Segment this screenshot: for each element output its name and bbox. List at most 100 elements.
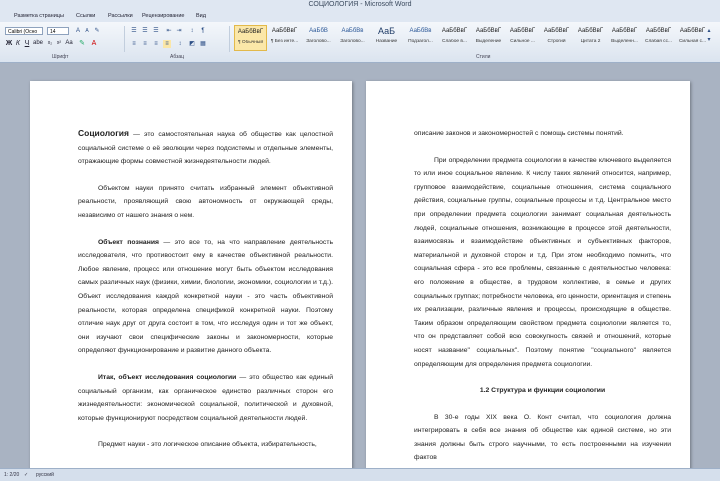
- subscript-button[interactable]: x₂: [46, 39, 54, 48]
- font-name-dropdown[interactable]: Calibri (Осно: [5, 27, 43, 35]
- style-sample: АаБбВвГ: [237, 29, 264, 35]
- style-sample: АаБбВвГ: [611, 28, 638, 34]
- term-object: Объект познания: [98, 238, 159, 246]
- superscript-button[interactable]: x²: [55, 39, 63, 48]
- style-sample: АаБбВвГ: [577, 28, 604, 34]
- page-1-body: Социология — это самостоятельная наука о…: [30, 81, 352, 452]
- style-name: Заголово...: [340, 39, 365, 44]
- paragraph-text: описание законов и закономерностей с пом…: [414, 130, 624, 137]
- window-title: СОЦИОЛОГИЯ - Microsoft Word: [308, 1, 412, 8]
- tab-review[interactable]: Рецензирование: [142, 13, 184, 19]
- style-name: ¶ Обычный: [237, 40, 264, 45]
- paragraph-text: Предмет науки - это логическое описание …: [98, 441, 317, 449]
- bold-button[interactable]: Ж: [5, 39, 13, 48]
- style-name: Заголово...: [306, 39, 331, 44]
- tab-mailings[interactable]: Рассылки: [108, 13, 133, 19]
- separator: [229, 26, 230, 52]
- style-name: Строгий: [547, 39, 566, 44]
- style-name: Слабая сс...: [645, 39, 672, 44]
- document-area[interactable]: Социология — это самостоятельная наука о…: [0, 63, 720, 468]
- style-tile[interactable]: АаБбВвГ Слабое в...: [438, 25, 471, 51]
- underline-button[interactable]: Ч: [23, 39, 31, 48]
- highlight-color-icon[interactable]: ✎: [78, 39, 86, 48]
- style-tile[interactable]: АаБбВ Заголово...: [302, 25, 335, 51]
- font-size-dropdown[interactable]: 14: [47, 27, 69, 35]
- style-tile[interactable]: АаБбВвГ Слабая сс...: [642, 25, 675, 51]
- language-indicator[interactable]: русский: [36, 472, 54, 478]
- paragraph-text: В 30-е годы XIX века О. Конт считал, что…: [414, 413, 671, 462]
- styles-group-label: Стили: [476, 54, 491, 60]
- style-name: Выделение: [475, 39, 502, 44]
- style-sample: АаБ: [377, 26, 395, 36]
- change-case-icon[interactable]: Aa: [65, 39, 73, 48]
- align-left-icon[interactable]: ≡: [130, 40, 138, 48]
- style-name: Слабое в...: [442, 39, 467, 44]
- gallery-up-icon[interactable]: ▴: [705, 27, 713, 35]
- style-tile[interactable]: АаБбВвГ Сильное ...: [506, 25, 539, 51]
- borders-icon[interactable]: ▦: [199, 40, 207, 48]
- grow-font-icon[interactable]: A: [74, 27, 82, 35]
- style-name: Сильное ...: [510, 39, 535, 44]
- style-tile[interactable]: АаБбВв Заголово...: [336, 25, 369, 51]
- tab-view[interactable]: Вид: [196, 13, 206, 19]
- term-sociology: Социология: [78, 128, 129, 138]
- style-tile[interactable]: АаБбВвГ ¶ Обычный: [234, 25, 267, 51]
- spellcheck-icon[interactable]: ✓: [24, 472, 28, 478]
- numbering-icon[interactable]: ☰: [141, 27, 149, 35]
- justify-icon[interactable]: ≡: [163, 40, 171, 48]
- align-right-icon[interactable]: ≡: [152, 40, 160, 48]
- style-sample: АаБбВв: [409, 28, 432, 34]
- clear-format-icon[interactable]: ✎: [93, 27, 101, 35]
- style-sample: АаБбВв: [341, 28, 364, 34]
- section-heading: 1.2 Структура и функции социологии: [479, 387, 606, 395]
- align-center-icon[interactable]: ≡: [141, 40, 149, 48]
- style-tile[interactable]: АаБбВвГ Цитата 2: [574, 25, 607, 51]
- style-sample: АаБбВ: [309, 28, 328, 34]
- page-2-body: описание законов и закономерностей с пом…: [366, 81, 690, 465]
- bullets-icon[interactable]: ☰: [130, 27, 138, 35]
- tab-references[interactable]: Ссылки: [76, 13, 95, 19]
- style-name: ¶ Без инте...: [270, 39, 299, 44]
- separator: [124, 26, 125, 52]
- style-tile[interactable]: АаБбВвГ Выделенн...: [608, 25, 641, 51]
- shading-icon[interactable]: ◩: [188, 40, 196, 48]
- paragraph-text: — это общество как единый социальный орг…: [78, 373, 333, 422]
- font-color-icon[interactable]: A: [90, 39, 98, 48]
- multilevel-list-icon[interactable]: ☰: [152, 27, 160, 35]
- italic-button[interactable]: К: [14, 39, 22, 48]
- strikethrough-button[interactable]: abe: [33, 39, 43, 48]
- tab-page-layout[interactable]: Разметка страницы: [14, 13, 64, 19]
- gallery-down-icon[interactable]: ▾: [705, 36, 713, 44]
- style-sample: АаБбВвГ: [543, 28, 570, 34]
- decrease-indent-icon[interactable]: ⇤: [165, 27, 173, 35]
- paragraph-text: Объектом науки принято считать избранный…: [78, 184, 333, 219]
- status-bar: 1: 2/20 ✓ русский: [0, 468, 720, 481]
- style-tile[interactable]: АаБбВвГ Строгий: [540, 25, 573, 51]
- font-group-label: Шрифт: [52, 54, 69, 60]
- increase-indent-icon[interactable]: ⇥: [175, 27, 183, 35]
- show-marks-icon[interactable]: ¶: [199, 27, 207, 35]
- paragraph-group-label: Абзац: [170, 54, 185, 60]
- shrink-font-icon[interactable]: A: [83, 27, 91, 35]
- sort-icon[interactable]: ↕: [188, 27, 196, 35]
- style-sample: АаБбВвГ: [271, 28, 298, 34]
- line-spacing-icon[interactable]: ↕: [176, 40, 184, 48]
- term-object-sociology: Итак, объект исследования социологии: [98, 373, 237, 381]
- style-name: Подзагол...: [408, 39, 433, 44]
- page-indicator[interactable]: 1: 2/20: [4, 472, 19, 478]
- paragraph-text: — это все то, на что направление деятель…: [78, 238, 333, 355]
- style-sample: АаБбВвГ: [509, 28, 536, 34]
- style-name: Цитата 2: [580, 39, 601, 44]
- style-sample: АаБбВвГ: [441, 28, 468, 34]
- paragraph-text: При определении предмета социологии в ка…: [414, 156, 671, 368]
- style-tile[interactable]: АаБбВвГ ¶ Без инте...: [268, 25, 301, 51]
- style-sample: АаБбВвГ: [645, 28, 672, 34]
- page-2[interactable]: описание законов и закономерностей с пом…: [366, 81, 690, 468]
- style-tile[interactable]: АаБбВвГ Выделение: [472, 25, 505, 51]
- ribbon-tabs: Разметка страницы Ссылки Рассылки Реценз…: [0, 10, 720, 22]
- style-name: Выделенн...: [611, 39, 638, 44]
- style-tile[interactable]: АаБбВв Подзагол...: [404, 25, 437, 51]
- style-tile[interactable]: АаБ Название: [370, 25, 403, 51]
- page-1[interactable]: Социология — это самостоятельная наука о…: [30, 81, 352, 468]
- title-bar: СОЦИОЛОГИЯ - Microsoft Word: [0, 0, 720, 10]
